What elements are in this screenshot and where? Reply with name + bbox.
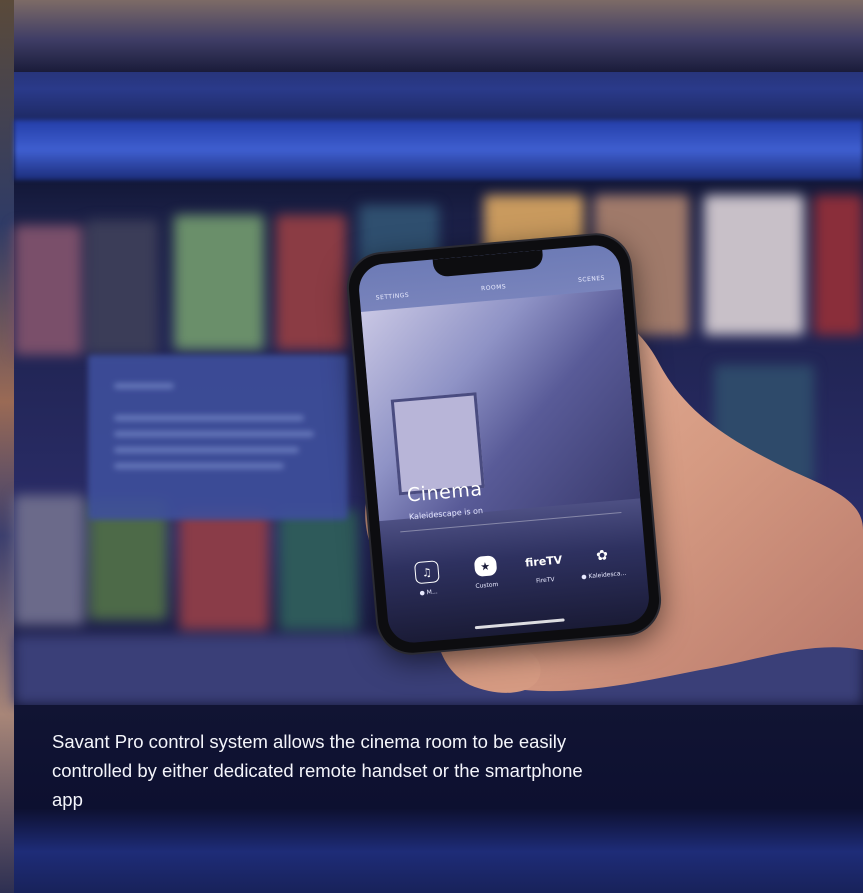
poster <box>179 510 269 630</box>
ceiling-band <box>14 0 863 72</box>
kaleidescape-logo-icon: ✿ <box>595 547 609 565</box>
star-icon: ★ <box>473 555 498 578</box>
info-line <box>114 463 284 469</box>
poster <box>279 510 359 630</box>
poster <box>86 220 158 355</box>
source-firetv[interactable]: fireTV FireTV <box>514 548 575 586</box>
source-list: ♫ ● M... ★ Custom fireTV FireTV ✿ ● Kale… <box>397 543 633 598</box>
photo-scene: SETTINGS ROOMS SCENES Cinema Kaleidescap… <box>0 0 863 893</box>
nav-rooms[interactable]: ROOMS <box>481 283 507 292</box>
nav-scenes[interactable]: SCENES <box>578 275 605 284</box>
info-line <box>114 431 314 437</box>
adjacent-page-edge <box>0 0 14 893</box>
poster <box>276 215 346 350</box>
phone-screen: SETTINGS ROOMS SCENES Cinema Kaleidescap… <box>356 243 652 645</box>
poster <box>14 495 84 625</box>
info-line <box>114 415 304 421</box>
music-note-icon: ♫ <box>413 560 440 585</box>
nav-settings[interactable]: SETTINGS <box>375 292 409 302</box>
source-custom[interactable]: ★ Custom <box>455 554 516 592</box>
source-music[interactable]: ♫ ● M... <box>397 559 458 599</box>
photo-caption: Savant Pro control system allows the cin… <box>52 731 583 810</box>
blurred-info-card <box>88 355 348 520</box>
smartphone: SETTINGS ROOMS SCENES Cinema Kaleidescap… <box>346 232 662 656</box>
source-label: Custom <box>475 581 499 591</box>
poster <box>174 215 264 350</box>
home-indicator[interactable] <box>474 618 565 630</box>
firetv-logo-icon: fireTV <box>524 552 563 570</box>
source-label: ● M... <box>419 588 438 597</box>
info-line <box>114 447 299 453</box>
room-photo <box>360 289 641 522</box>
source-label: FireTV <box>535 576 555 585</box>
source-kaleidescape[interactable]: ✿ ● Kaleidesca... <box>572 543 633 581</box>
info-line <box>114 383 174 389</box>
source-label: ● Kaleidesca... <box>581 569 627 581</box>
poster <box>14 225 82 355</box>
blue-light-bar <box>14 120 863 180</box>
